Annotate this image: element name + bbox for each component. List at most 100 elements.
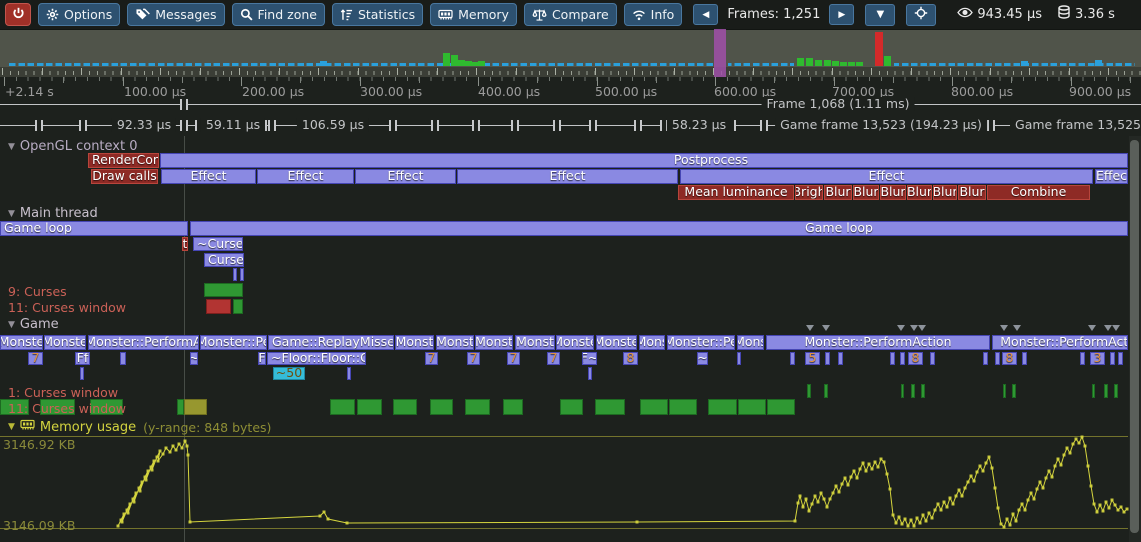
zone-bar[interactable]	[900, 352, 905, 365]
toolbar-button-memory[interactable]: Memory	[430, 3, 517, 26]
zone-bar[interactable]: Game loop	[0, 221, 188, 236]
zone-bar[interactable]	[1022, 352, 1027, 365]
thread-header-game[interactable]: ▼ Game	[8, 317, 59, 332]
zone-bar[interactable]	[983, 352, 988, 365]
plot-bar[interactable]	[503, 399, 523, 415]
zone-bar[interactable]: 7	[425, 352, 438, 365]
zone-bar[interactable]: Effect	[457, 169, 678, 184]
zone-bar[interactable]	[790, 352, 795, 365]
zone-bar[interactable]: Blur	[933, 185, 957, 200]
zone-bar[interactable]: Monster::Pe	[200, 335, 267, 350]
zone-bar[interactable]: Combine	[987, 185, 1090, 200]
plot-bar[interactable]	[465, 399, 490, 415]
toolbar-button-options[interactable]: Options	[38, 3, 120, 26]
frame-bar-green[interactable]	[458, 60, 465, 66]
frame-set-render-line[interactable]	[0, 104, 1141, 105]
zone-bar[interactable]	[233, 268, 237, 281]
frame-separator[interactable]	[472, 120, 480, 131]
zone-bar[interactable]: Monster::PerformAction	[766, 335, 990, 350]
frame-bar-red[interactable]	[875, 32, 883, 66]
thread-header-main[interactable]: ▼ Main thread	[8, 206, 98, 221]
zone-bar[interactable]	[890, 352, 895, 365]
plot-bar[interactable]	[767, 399, 795, 415]
message-marker-icon[interactable]	[1013, 325, 1021, 331]
frame-label[interactable]: 59.11 µs	[201, 118, 265, 132]
zone-bar[interactable]	[120, 352, 126, 365]
zone-bar[interactable]: Monst	[515, 335, 555, 350]
zone-bar[interactable]	[825, 352, 830, 365]
message-marker-icon[interactable]	[806, 325, 814, 331]
prev-frame-button[interactable]: ◀	[693, 4, 718, 25]
frame-bar-green[interactable]	[856, 62, 863, 66]
zone-bar[interactable]: Monste	[556, 335, 594, 350]
frame-bar-green[interactable]	[832, 61, 839, 66]
message-marker-icon[interactable]	[1104, 325, 1112, 331]
frame-separator[interactable]	[268, 120, 276, 131]
plot-label-1-curses-window[interactable]: 1: Curses window	[8, 385, 118, 400]
zone-bar[interactable]: t	[182, 237, 188, 251]
zone-bar[interactable]: Monste	[0, 335, 43, 350]
zone-bar[interactable]: 7	[467, 352, 480, 365]
zone-bar[interactable]: 8	[908, 352, 923, 365]
zone-bar[interactable]	[930, 352, 935, 365]
zone-bar[interactable]: Brigh	[795, 185, 823, 200]
zone-bar[interactable]: Mons	[737, 335, 764, 350]
message-marker-icon[interactable]	[897, 325, 905, 331]
zone-bar[interactable]	[588, 367, 592, 380]
frame-overview-strip[interactable]	[0, 29, 1141, 68]
frame-label[interactable]: 92.33 µs	[112, 118, 176, 132]
zone-bar[interactable]: Postprocess	[160, 153, 1128, 168]
zone-bar[interactable]: F	[258, 352, 266, 365]
frame-separator[interactable]	[431, 120, 439, 131]
plot-bar[interactable]	[330, 399, 355, 415]
zone-bar[interactable]: Effect	[257, 169, 354, 184]
message-marker-icon[interactable]	[918, 325, 926, 331]
plot-bar[interactable]	[1012, 384, 1016, 398]
collapse-icon[interactable]: ▼	[8, 422, 15, 432]
zone-bar[interactable]: ~Floor::Floor::Calc	[267, 352, 366, 365]
frame-label[interactable]: Game frame 13,525	[1010, 118, 1141, 132]
frame-bar-green[interactable]	[840, 62, 847, 66]
zone-bar[interactable]	[80, 367, 84, 380]
zone-bar[interactable]: Game loop	[190, 221, 1128, 236]
zone-bar[interactable]: 3	[1090, 352, 1105, 365]
plot-bar[interactable]	[393, 399, 417, 415]
collapse-icon[interactable]: ▼	[8, 320, 15, 330]
zone-bar[interactable]: Effect	[680, 169, 1093, 184]
zone-bar[interactable]: ~	[190, 352, 198, 365]
zone-bar[interactable]	[240, 268, 244, 281]
plot-bar[interactable]	[357, 399, 382, 415]
frame-overview[interactable]	[0, 29, 1141, 77]
zone-bar[interactable]	[737, 352, 741, 365]
plot-bar[interactable]	[901, 384, 904, 398]
frame-bar-green[interactable]	[465, 61, 472, 66]
zone-bar[interactable]: Monste	[44, 335, 86, 350]
zone-bar[interactable]: ~50	[273, 367, 305, 380]
toolbar-button-messages[interactable]: Messages	[127, 3, 224, 26]
frame-bar-green[interactable]	[824, 60, 831, 66]
plot-bar[interactable]	[560, 399, 583, 415]
zone-bar[interactable]: Game::ReplayMissedM	[268, 335, 394, 350]
plot-bar[interactable]	[1092, 384, 1095, 398]
toolbar-button-info[interactable]: Info	[624, 3, 683, 26]
zone-bar[interactable]: Monster::PerformA	[88, 335, 199, 350]
frame-separator[interactable]	[180, 120, 188, 131]
zone-bar[interactable]: Effec	[1095, 169, 1128, 184]
message-marker-icon[interactable]	[1000, 325, 1008, 331]
plot-bar[interactable]	[1003, 384, 1006, 398]
collapse-icon[interactable]: ▼	[8, 209, 15, 219]
zone-bar[interactable]: 7	[547, 352, 560, 365]
zone-bar[interactable]: Effect	[161, 169, 256, 184]
plot-bar[interactable]	[738, 399, 766, 415]
frame-label[interactable]: Game frame 13,523 (194.23 µs)	[775, 118, 987, 132]
frame-bar-green[interactable]	[478, 61, 485, 66]
frame-label[interactable]: 58.23 µs	[667, 118, 731, 132]
toolbar-button-statistics[interactable]: Statistics	[332, 3, 423, 26]
memory-section-header[interactable]: ▼ Memory usage (y-range: 848 bytes)	[8, 419, 271, 435]
frame-bar-green[interactable]	[815, 60, 822, 66]
message-marker-icon[interactable]	[1088, 325, 1096, 331]
frame-bar-green[interactable]	[806, 58, 813, 66]
zone-bar[interactable]: ~Curses	[193, 237, 243, 251]
plot-bar[interactable]	[807, 384, 811, 398]
plot-label-11-curses-window[interactable]: 11: Curses window	[8, 300, 126, 315]
